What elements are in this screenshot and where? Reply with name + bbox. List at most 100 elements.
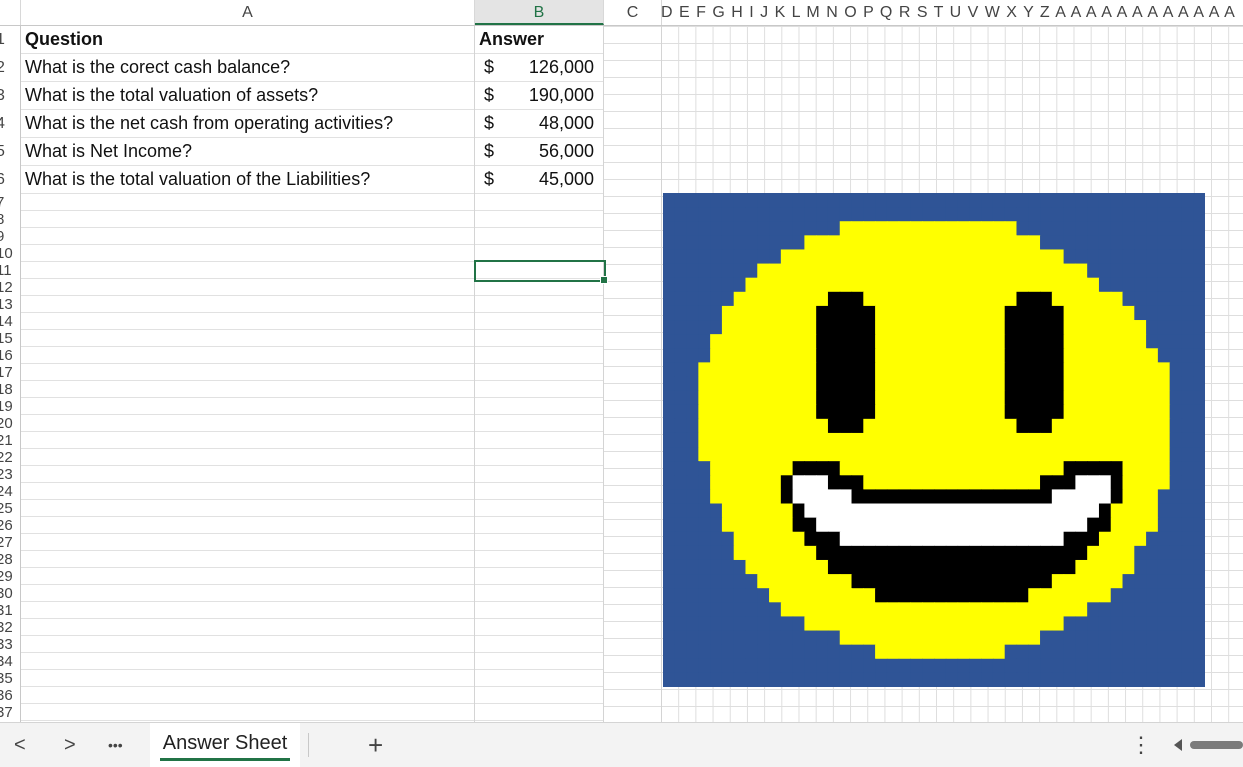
empty-cell[interactable] — [475, 228, 603, 245]
empty-cell[interactable] — [21, 517, 474, 534]
empty-cell[interactable] — [475, 653, 603, 670]
empty-cell[interactable] — [475, 381, 603, 398]
cell-b6[interactable]: $ 45,000 — [475, 166, 603, 194]
next-sheet-button[interactable]: > — [64, 723, 76, 767]
horizontal-scrollbar-thumb[interactable] — [1190, 741, 1243, 749]
empty-cell[interactable] — [21, 432, 474, 449]
row-header[interactable]: 1 — [0, 26, 20, 54]
empty-cell[interactable] — [475, 398, 603, 415]
row-header[interactable]: 12 — [0, 279, 20, 296]
empty-cell[interactable] — [475, 551, 603, 568]
empty-cell[interactable] — [21, 619, 474, 636]
row-header[interactable]: 15 — [0, 330, 20, 347]
row-header[interactable]: 3 — [0, 82, 20, 110]
empty-cell[interactable] — [21, 687, 474, 704]
row-header[interactable]: 9 — [0, 228, 20, 245]
empty-cell[interactable] — [21, 449, 474, 466]
cell-b2[interactable]: $ 126,000 — [475, 54, 603, 82]
scroll-left-icon[interactable] — [1174, 739, 1182, 751]
row-header[interactable]: 18 — [0, 381, 20, 398]
row-header[interactable]: 32 — [0, 619, 20, 636]
empty-cell[interactable] — [475, 347, 603, 364]
cell-a6[interactable]: What is the total valuation of the Liabi… — [21, 166, 474, 194]
row-header[interactable]: 34 — [0, 653, 20, 670]
row-header[interactable]: 2 — [0, 54, 20, 82]
empty-cell[interactable] — [21, 415, 474, 432]
row-header[interactable]: 10 — [0, 245, 20, 262]
row-header[interactable]: 22 — [0, 449, 20, 466]
row-header[interactable]: 26 — [0, 517, 20, 534]
empty-cell[interactable] — [475, 687, 603, 704]
empty-cell[interactable] — [475, 500, 603, 517]
row-header[interactable]: 23 — [0, 466, 20, 483]
cell-b3[interactable]: $ 190,000 — [475, 82, 603, 110]
row-header[interactable]: 35 — [0, 670, 20, 687]
empty-cell[interactable] — [475, 585, 603, 602]
empty-cell[interactable] — [475, 449, 603, 466]
empty-cell[interactable] — [21, 381, 474, 398]
fill-handle[interactable] — [600, 276, 608, 284]
cell-a4[interactable]: What is the net cash from operating acti… — [21, 110, 474, 138]
active-cell-selection[interactable] — [474, 260, 606, 282]
row-header[interactable]: 31 — [0, 602, 20, 619]
column-header-c[interactable]: C — [604, 0, 662, 25]
empty-cell[interactable] — [21, 653, 474, 670]
empty-cell[interactable] — [21, 585, 474, 602]
row-header[interactable]: 7 — [0, 194, 20, 211]
more-sheets-button[interactable]: ••• — [108, 723, 123, 767]
narrow-column-headers[interactable]: D E F G H I J K L M N O P Q R S T U V W … — [661, 0, 1243, 25]
cell-a2[interactable]: What is the corect cash balance? — [21, 54, 474, 82]
empty-cell[interactable] — [21, 364, 474, 381]
empty-cell[interactable] — [475, 364, 603, 381]
empty-cell[interactable] — [21, 534, 474, 551]
empty-cell[interactable] — [21, 228, 474, 245]
empty-cell[interactable] — [475, 602, 603, 619]
row-header[interactable]: 36 — [0, 687, 20, 704]
add-sheet-button[interactable]: + — [368, 723, 383, 767]
empty-cell[interactable] — [21, 500, 474, 517]
empty-cell[interactable] — [21, 296, 474, 313]
row-header[interactable]: 30 — [0, 585, 20, 602]
empty-cell[interactable] — [475, 313, 603, 330]
empty-cell[interactable] — [21, 636, 474, 653]
row-header[interactable]: 11 — [0, 262, 20, 279]
empty-cell[interactable] — [475, 415, 603, 432]
row-header[interactable]: 20 — [0, 415, 20, 432]
cell-b4[interactable]: $ 48,000 — [475, 110, 603, 138]
empty-cell[interactable] — [475, 517, 603, 534]
empty-cell[interactable] — [475, 670, 603, 687]
empty-cell[interactable] — [21, 313, 474, 330]
empty-cell[interactable] — [21, 568, 474, 585]
row-header[interactable]: 21 — [0, 432, 20, 449]
row-header[interactable]: 27 — [0, 534, 20, 551]
empty-cell[interactable] — [475, 534, 603, 551]
row-header[interactable]: 16 — [0, 347, 20, 364]
empty-cell[interactable] — [21, 602, 474, 619]
row-header[interactable]: 17 — [0, 364, 20, 381]
spreadsheet-grid[interactable]: A B C D E F G H I J K L M N O P Q R S T … — [0, 0, 1243, 722]
empty-cell[interactable] — [21, 483, 474, 500]
row-header[interactable]: 33 — [0, 636, 20, 653]
row-header[interactable]: 19 — [0, 398, 20, 415]
row-header[interactable]: 6 — [0, 166, 20, 194]
row-header[interactable]: 28 — [0, 551, 20, 568]
empty-cell[interactable] — [21, 398, 474, 415]
empty-cell[interactable] — [21, 347, 474, 364]
row-header[interactable]: 13 — [0, 296, 20, 313]
empty-cell[interactable] — [21, 670, 474, 687]
empty-cell[interactable] — [475, 432, 603, 449]
prev-sheet-button[interactable]: < — [14, 723, 26, 767]
sheet-tab-answer-sheet[interactable]: Answer Sheet — [150, 723, 300, 767]
empty-cell[interactable] — [21, 551, 474, 568]
empty-cell[interactable] — [475, 296, 603, 313]
empty-cell[interactable] — [475, 483, 603, 500]
empty-cell[interactable] — [475, 704, 603, 721]
empty-cell[interactable] — [475, 619, 603, 636]
options-icon[interactable]: ⋮ — [1130, 723, 1152, 767]
row-header[interactable]: 29 — [0, 568, 20, 585]
empty-cell[interactable] — [475, 636, 603, 653]
empty-cell[interactable] — [475, 194, 603, 211]
row-header[interactable]: 14 — [0, 313, 20, 330]
column-header-a[interactable]: A — [21, 0, 475, 25]
empty-cell[interactable] — [21, 194, 474, 211]
